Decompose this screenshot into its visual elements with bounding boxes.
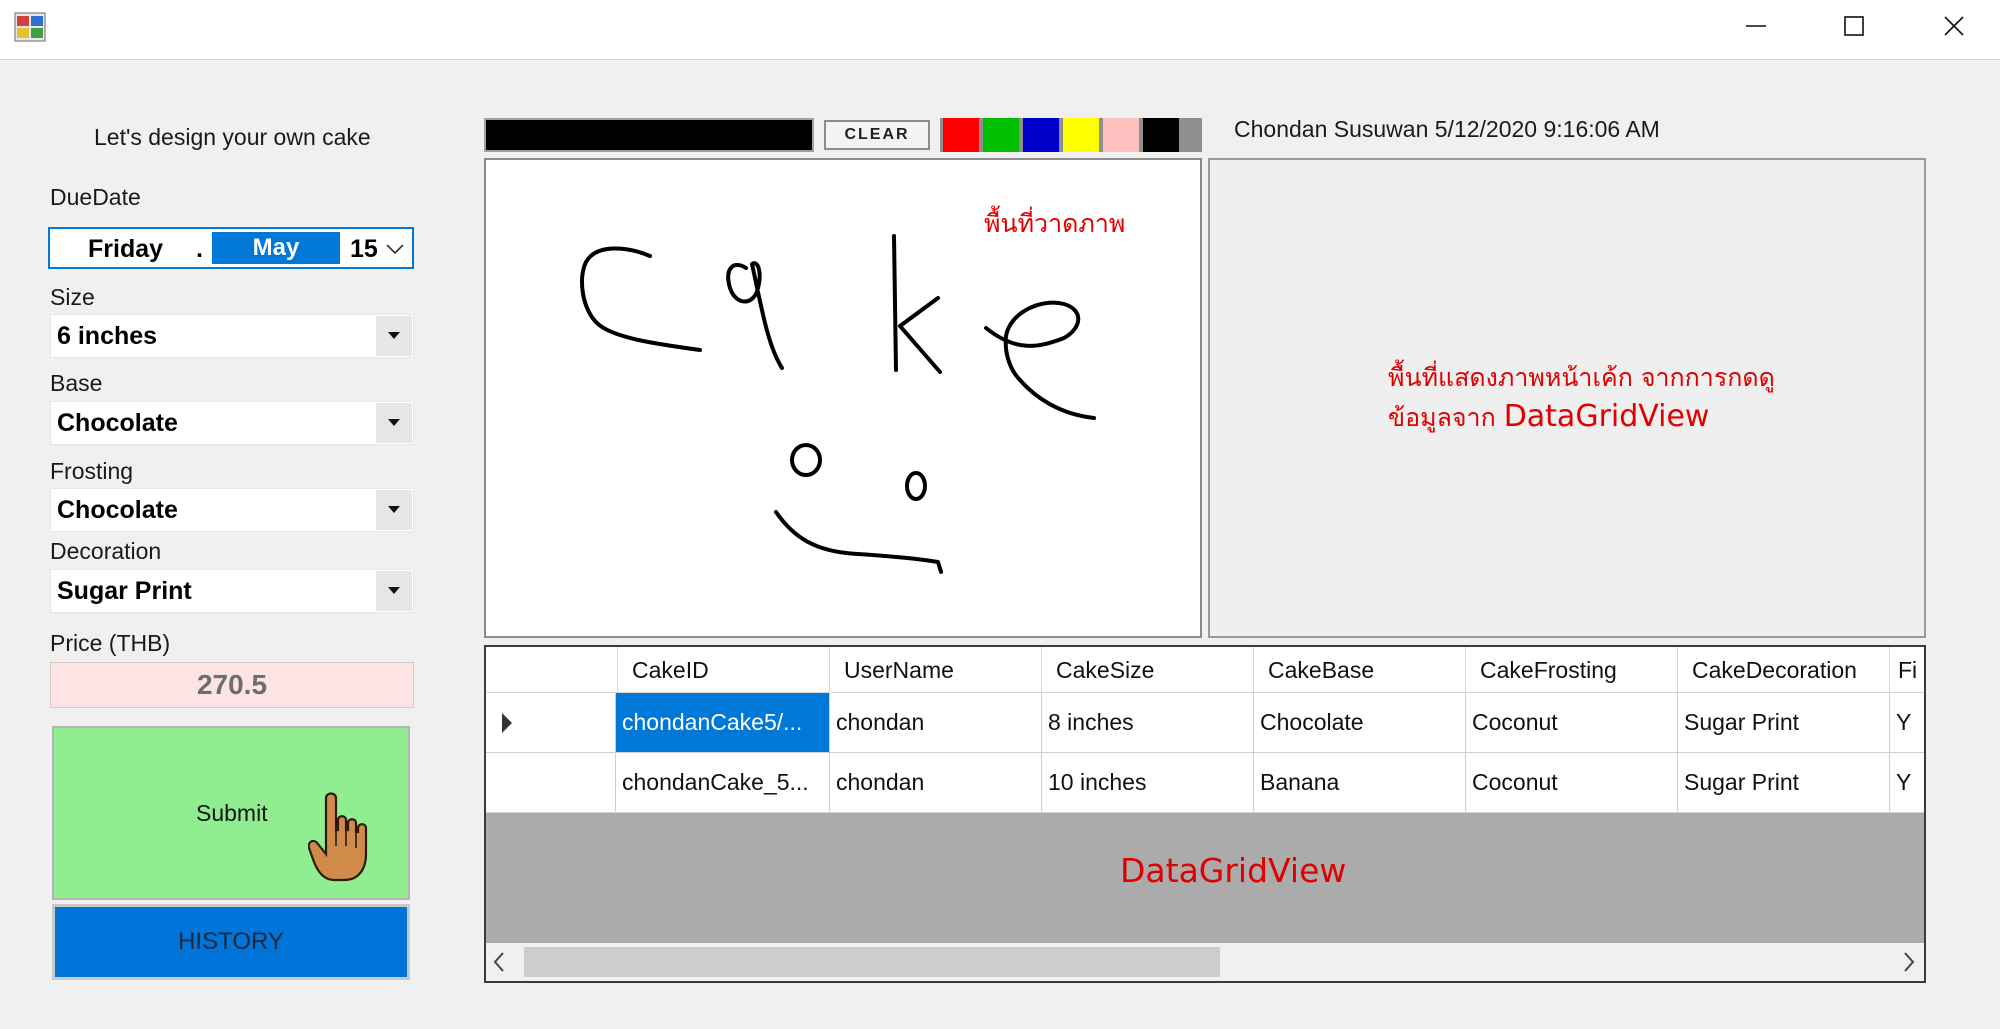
table-cell[interactable]: Y (1890, 693, 1924, 753)
price-label: Price (THB) (50, 630, 171, 656)
scrollbar-thumb[interactable] (524, 947, 1220, 977)
table-row[interactable]: chondanCake5/... chondan 8 inches Chocol… (486, 693, 1924, 753)
table-cell[interactable]: Banana (1254, 753, 1466, 813)
size-combo[interactable]: 6 inches (50, 314, 414, 358)
maximize-button[interactable] (1806, 0, 1902, 52)
minimize-icon (1746, 25, 1766, 27)
frosting-combo[interactable]: Chocolate (50, 488, 414, 532)
due-date-label: DueDate (50, 184, 141, 210)
submit-button[interactable]: Submit (52, 726, 410, 900)
color-swatch-red[interactable] (943, 118, 979, 152)
preview-note-prefix: ข้อมูลจาก (1388, 403, 1504, 432)
preview-note-emph: DataGridView (1503, 399, 1710, 434)
clear-button[interactable]: CLEAR (824, 120, 930, 150)
price-field: 270.5 (50, 662, 414, 708)
cake-data-grid[interactable]: CakeID UserName CakeSize CakeBase CakeFr… (484, 645, 1926, 983)
scroll-left-icon[interactable] (492, 950, 506, 974)
hand-pointer-icon (308, 792, 368, 882)
drawing-canvas[interactable]: พื้นที่วาดภาพ cake (484, 158, 1202, 638)
frosting-value: Chocolate (57, 496, 178, 524)
table-cell[interactable]: chondan (830, 693, 1042, 753)
table-cell[interactable]: Chocolate (1254, 693, 1466, 753)
dropdown-arrow-icon[interactable] (376, 316, 412, 356)
decoration-combo[interactable]: Sugar Print (50, 569, 414, 613)
table-cell[interactable]: 8 inches (1042, 693, 1254, 753)
table-cell[interactable]: chondan (830, 753, 1042, 813)
due-date-picker[interactable]: Friday . May 15 (48, 227, 414, 269)
decoration-label: Decoration (50, 538, 162, 564)
column-header-cakefrosting[interactable]: CakeFrosting (1466, 647, 1678, 693)
close-icon (1944, 16, 1964, 36)
table-cell[interactable]: Sugar Print (1678, 753, 1890, 813)
due-date-month[interactable]: May (212, 232, 340, 264)
color-swatch-green[interactable] (983, 118, 1019, 152)
due-date-separator: . (196, 235, 203, 263)
dropdown-arrow-icon[interactable] (376, 490, 412, 530)
history-button[interactable]: HISTORY (52, 904, 410, 980)
column-header-cakesize[interactable]: CakeSize (1042, 647, 1254, 693)
preview-note-line2: ข้อมูลจาก DataGridView (1388, 398, 1709, 438)
column-header-username[interactable]: UserName (830, 647, 1042, 693)
table-cell[interactable]: chondanCake5/... (616, 693, 830, 753)
column-header-cakeid[interactable]: CakeID (618, 647, 830, 693)
table-row[interactable]: chondanCake_5... chondan 10 inches Banan… (486, 753, 1924, 813)
grid-label: DataGridView (1120, 851, 1347, 890)
preview-note-line1: พื้นที่แสดงภาพหน้าเค้ก จากการกดดู (1388, 363, 1775, 392)
dropdown-arrow-icon[interactable] (376, 403, 412, 443)
scroll-right-icon[interactable] (1902, 950, 1916, 974)
chevron-down-icon[interactable] (384, 237, 406, 259)
app-icon (14, 12, 46, 42)
pen-color-bar[interactable] (484, 118, 814, 152)
cake-preview-panel: พื้นที่แสดงภาพหน้าเค้ก จากการกดดู ข้อมูล… (1208, 158, 1926, 638)
base-value: Chocolate (57, 409, 178, 437)
column-header-cakedecoration[interactable]: CakeDecoration (1678, 647, 1890, 693)
size-value: 6 inches (57, 322, 158, 350)
size-label: Size (50, 284, 95, 310)
row-header[interactable] (486, 753, 616, 813)
color-swatch-pink[interactable] (1103, 118, 1139, 152)
column-header-truncated[interactable]: Fi (1890, 647, 1924, 693)
current-row-arrow-icon (502, 713, 512, 733)
base-label: Base (50, 370, 103, 396)
form-heading: Let's design your own cake (94, 124, 371, 150)
color-swatch-yellow[interactable] (1063, 118, 1099, 152)
table-cell[interactable]: Coconut (1466, 693, 1678, 753)
grid-corner-cell (486, 647, 618, 693)
title-bar (0, 0, 2000, 60)
table-cell[interactable]: chondanCake_5... (616, 753, 830, 813)
cake-sketch: cake (580, 234, 1096, 574)
color-swatch-blue[interactable] (1023, 118, 1059, 152)
base-combo[interactable]: Chocolate (50, 401, 414, 445)
column-header-cakebase[interactable]: CakeBase (1254, 647, 1466, 693)
user-timestamp: Chondan Susuwan 5/12/2020 9:16:06 AM (1234, 116, 1660, 142)
row-header[interactable] (486, 693, 616, 753)
color-swatch-black[interactable] (1143, 118, 1179, 152)
submit-label: Submit (196, 800, 268, 826)
due-date-day[interactable]: 15 (350, 235, 378, 264)
horizontal-scrollbar[interactable] (486, 943, 1924, 981)
grid-header-row: CakeID UserName CakeSize CakeBase CakeFr… (486, 647, 1924, 693)
close-button[interactable] (1906, 0, 2000, 52)
table-cell[interactable]: Coconut (1466, 753, 1678, 813)
table-cell[interactable]: Y (1890, 753, 1924, 813)
table-cell[interactable]: 10 inches (1042, 753, 1254, 813)
app-window: Let's design your own cake DueDate Frida… (0, 0, 2000, 1029)
color-palette (940, 118, 1202, 152)
minimize-button[interactable] (1708, 0, 1804, 52)
due-date-weekday[interactable]: Friday (88, 235, 163, 264)
maximize-icon (1844, 16, 1864, 36)
table-cell[interactable]: Sugar Print (1678, 693, 1890, 753)
frosting-label: Frosting (50, 458, 134, 484)
decoration-value: Sugar Print (57, 577, 192, 605)
dropdown-arrow-icon[interactable] (376, 571, 412, 611)
